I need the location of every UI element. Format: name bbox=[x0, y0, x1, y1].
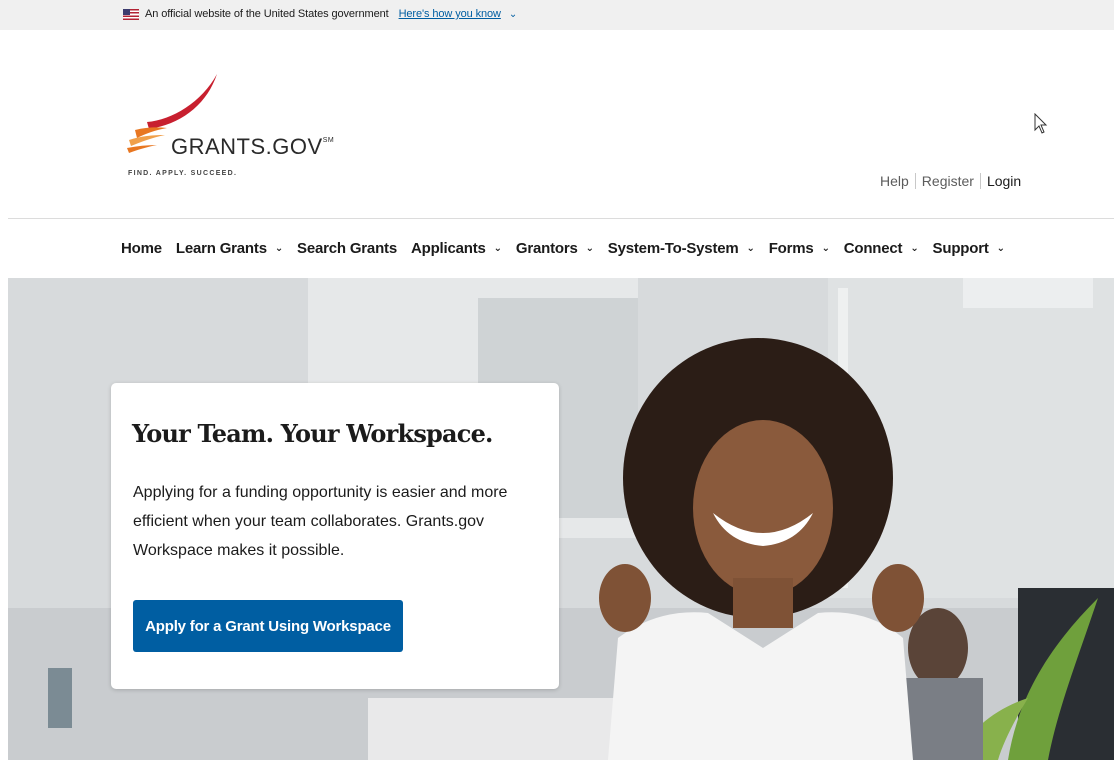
login-link[interactable]: Login bbox=[987, 173, 1021, 189]
utility-divider bbox=[914, 173, 916, 189]
nav-item-home[interactable]: Home bbox=[121, 240, 162, 257]
gov-banner: An official website of the United States… bbox=[0, 0, 1114, 30]
chevron-down-icon[interactable]: ⌄ bbox=[509, 9, 517, 20]
help-link[interactable]: Help bbox=[880, 173, 909, 189]
register-link[interactable]: Register bbox=[922, 173, 974, 189]
utility-nav: Help Register Login bbox=[880, 173, 1021, 189]
chevron-down-icon: ⌄ bbox=[996, 243, 1005, 254]
apply-workspace-button[interactable]: Apply for a Grant Using Workspace bbox=[133, 600, 403, 652]
nav-item-search-grants[interactable]: Search Grants bbox=[297, 240, 397, 257]
mouse-cursor-icon bbox=[1034, 113, 1048, 134]
grants-gov-logo[interactable]: GRANTS.GOVSM FIND. APPLY. SUCCEED. bbox=[127, 72, 387, 182]
main-nav: Home Learn Grants ⌄ Search Grants Applica… bbox=[121, 240, 1019, 257]
hero-description: Applying for a funding opportunity is ea… bbox=[133, 484, 508, 559]
nav-item-system-to-system[interactable]: System-To-System ⌄ bbox=[608, 240, 755, 257]
us-flag-icon bbox=[123, 8, 139, 20]
nav-item-connect[interactable]: Connect ⌄ bbox=[844, 240, 919, 257]
logo-wordmark: GRANTS.GOVSM bbox=[171, 134, 335, 159]
chevron-down-icon: ⌄ bbox=[821, 243, 830, 254]
nav-item-support[interactable]: Support ⌄ bbox=[933, 240, 1005, 257]
chevron-down-icon: ⌄ bbox=[746, 243, 755, 254]
chevron-down-icon: ⌄ bbox=[493, 243, 502, 254]
header-divider bbox=[8, 218, 1114, 219]
logo-tagline: FIND. APPLY. SUCCEED. bbox=[128, 170, 238, 177]
utility-divider bbox=[979, 173, 981, 189]
chevron-down-icon: ⌄ bbox=[274, 243, 284, 254]
nav-item-learn-grants[interactable]: Learn Grants ⌄ bbox=[176, 240, 283, 257]
nav-item-applicants[interactable]: Applicants ⌄ bbox=[411, 240, 502, 257]
hero-card: Your Team. Your Workspace. Applying for … bbox=[111, 383, 559, 689]
chevron-down-icon: ⌄ bbox=[910, 243, 919, 254]
heres-how-you-know-link[interactable]: Here's how you know bbox=[399, 8, 501, 20]
chevron-down-icon: ⌄ bbox=[585, 243, 594, 254]
nav-item-grantors[interactable]: Grantors ⌄ bbox=[516, 240, 594, 257]
hero-title: Your Team. Your Workspace. bbox=[132, 419, 493, 448]
gov-banner-text: An official website of the United States… bbox=[145, 8, 389, 20]
nav-item-forms[interactable]: Forms ⌄ bbox=[769, 240, 830, 257]
